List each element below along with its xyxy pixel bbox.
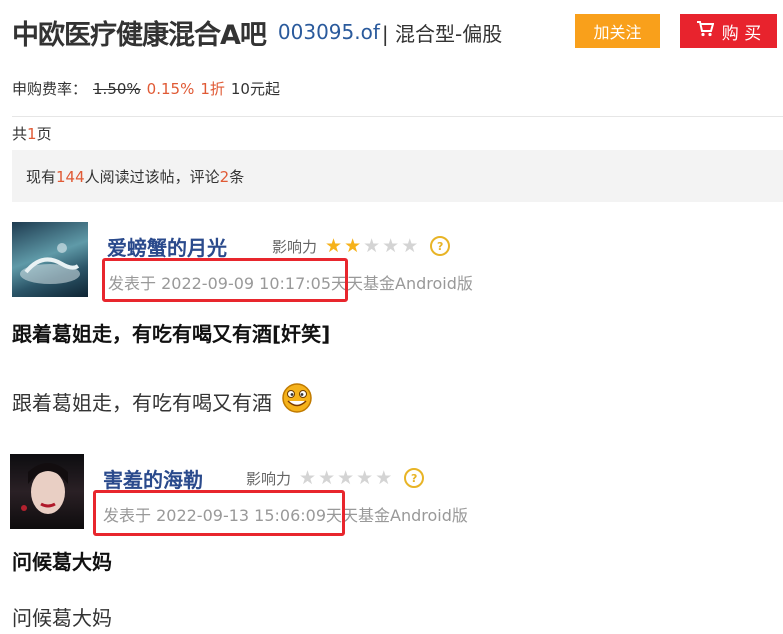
follow-button[interactable]: 加关注 (575, 14, 660, 48)
star-rating: ★ ★ ★ ★ ★ (323, 235, 418, 257)
buy-button[interactable]: 购 买 (680, 14, 777, 48)
pagination-prefix: 共 (12, 125, 28, 143)
read-middle: 人阅读过该帖，评论 (84, 168, 220, 186)
purchase-fee: 申购费率： 1.50% 0.15% 1折 10元起 (12, 78, 280, 99)
avatar[interactable] (12, 222, 88, 297)
avatar[interactable] (10, 454, 84, 529)
read-info: 现有144人阅读过该帖，评论2条 (26, 166, 244, 187)
post-body: 跟着葛姐走，有吃有喝又有酒 (12, 382, 314, 419)
star-filled-icon: ★ (344, 235, 362, 257)
fee-current: 0.15% (146, 80, 195, 98)
post-body-text: 跟着葛姐走，有吃有喝又有酒 (12, 391, 272, 415)
username[interactable]: 害羞的海勒 (103, 464, 203, 493)
username[interactable]: 爱螃蟹的月光 (107, 232, 227, 261)
star-empty-icon: ★ (375, 467, 393, 489)
comment-count: 2 (219, 168, 230, 186)
influence-label: 影响力 (272, 237, 318, 256)
post-body: 问候葛大妈 (12, 602, 112, 631)
fee-label: 申购费率： (12, 80, 88, 98)
buy-button-label: 购 买 (721, 23, 762, 44)
fee-discount: 1折 (200, 80, 225, 98)
help-icon[interactable]: ? (430, 236, 451, 256)
pagination-suffix: 页 (36, 125, 52, 143)
post-title[interactable]: 问候葛大妈 (12, 546, 112, 575)
highlight-box (102, 258, 348, 302)
star-filled-icon: ★ (325, 235, 343, 257)
star-empty-icon: ★ (318, 467, 336, 489)
fund-type: | 混合型-偏股 (381, 21, 503, 46)
pagination-info: 共1页 (12, 123, 52, 144)
bar-title[interactable]: 中欧医疗健康混合A吧 (12, 13, 267, 52)
read-prefix: 现有 (26, 168, 57, 186)
star-empty-icon: ★ (382, 235, 400, 257)
post-source: 天天基金Android版 (331, 274, 473, 293)
cart-icon (696, 20, 715, 42)
influence-label: 影响力 (246, 469, 292, 488)
post-source: 天天基金Android版 (326, 506, 468, 525)
post-title[interactable]: 跟着葛姐走，有吃有喝又有酒[奸笑] (12, 318, 330, 347)
fee-original: 1.50% (93, 80, 141, 98)
follow-button-label: 加关注 (593, 23, 642, 42)
star-rating: ★ ★ ★ ★ ★ (297, 467, 392, 489)
help-icon[interactable]: ? (404, 468, 425, 488)
fund-code-link[interactable]: 003095.of (278, 20, 380, 44)
page-count: 1 (27, 125, 37, 143)
fee-minimum: 10元起 (230, 80, 280, 98)
grin-emoji-icon (280, 382, 314, 419)
divider (12, 116, 783, 117)
post-body-text: 问候葛大妈 (12, 606, 112, 630)
star-empty-icon: ★ (337, 467, 355, 489)
read-suffix: 条 (229, 168, 245, 186)
highlight-box (93, 490, 345, 536)
reader-count: 144 (56, 168, 85, 186)
star-empty-icon: ★ (363, 235, 381, 257)
influence-rating: 影响力 ★ ★ ★ ★ ★ ? (246, 467, 425, 489)
star-empty-icon: ★ (401, 235, 419, 257)
star-empty-icon: ★ (299, 467, 317, 489)
star-empty-icon: ★ (356, 467, 374, 489)
influence-rating: 影响力 ★ ★ ★ ★ ★ ? (272, 235, 451, 257)
page-header: 中欧医疗健康混合A吧 003095.of | 混合型-偏股 (12, 12, 502, 52)
